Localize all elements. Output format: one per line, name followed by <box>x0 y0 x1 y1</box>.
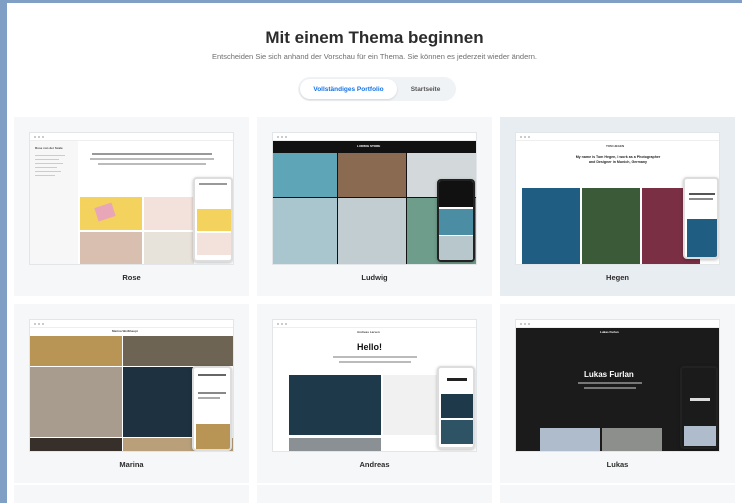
theme-card-rose[interactable]: Rose von der Scale Rose <box>14 117 249 296</box>
theme-card-partial[interactable] <box>257 485 492 503</box>
image-tile <box>289 438 381 451</box>
theme-preview-andreas: Andreas Larsen Hello! <box>273 320 476 451</box>
mobile-image <box>196 424 230 449</box>
image-tile <box>80 232 142 264</box>
image-tile <box>540 428 600 451</box>
theme-preview-hegen: TOM HEGEN My name is Tom Hegen, I work a… <box>516 133 719 264</box>
theme-label: Marina <box>119 460 144 469</box>
mobile-image <box>687 219 717 257</box>
mobile-header-line <box>198 374 226 376</box>
theme-card-marina[interactable]: Marina Weißhaupt Marina <box>14 304 249 483</box>
image-tile <box>273 198 337 264</box>
mobile-image <box>439 209 473 235</box>
hegen-site-name: TOM HEGEN <box>606 144 625 148</box>
image-tile <box>582 188 640 264</box>
nav-line <box>35 155 65 156</box>
theme-card-hegen[interactable]: TOM HEGEN My name is Tom Hegen, I work a… <box>500 117 735 296</box>
andreas-hello: Hello! <box>357 342 383 352</box>
image-tile <box>144 232 194 264</box>
tab-homepage[interactable]: Startseite <box>397 79 454 99</box>
image-tile <box>30 336 122 366</box>
mobile-header-line <box>689 198 713 200</box>
theme-picker-dialog: Mit einem Thema beginnen Entscheiden Sie… <box>7 3 742 503</box>
theme-card-partial[interactable] <box>500 485 735 503</box>
mobile-header-line <box>690 398 710 401</box>
theme-card-andreas[interactable]: Andreas Larsen Hello! Andreas <box>257 304 492 483</box>
image-tile <box>338 153 406 197</box>
lukas-hero-name: Lukas Furlan <box>584 370 634 379</box>
page-subtitle: Entscheiden Sie sich anhand der Vorschau… <box>211 52 538 61</box>
theme-preview-ludwig: LUDWIG STORE <box>273 133 476 264</box>
theme-card-ludwig[interactable]: LUDWIG STORE Ludwig <box>257 117 492 296</box>
nav-line <box>35 175 55 176</box>
browser-chrome <box>516 320 719 328</box>
theme-preview-rose: Rose von der Scale <box>30 133 233 264</box>
theme-card-lukas[interactable]: Lukas Furlan Lukas Furlan Lukas <box>500 304 735 483</box>
image-tile <box>123 367 203 437</box>
nav-line <box>35 159 59 160</box>
browser-chrome <box>273 133 476 141</box>
browser-chrome <box>30 320 233 328</box>
mobile-header <box>439 181 473 207</box>
hegen-intro: My name is Tom Hegen, I work as a Photog… <box>575 155 661 164</box>
theme-label: Andreas <box>359 460 390 469</box>
browser-chrome <box>30 133 233 141</box>
nav-line <box>35 171 61 172</box>
nav-line <box>35 167 57 168</box>
mobile-image <box>441 394 473 418</box>
lukas-site-name-small: Lukas Furlan <box>600 330 619 334</box>
rose-site-name: Rose von der Scale <box>35 146 63 150</box>
intro-line <box>578 382 642 384</box>
image-tile <box>383 375 439 435</box>
mobile-preview <box>192 366 232 451</box>
image-tile <box>30 367 122 437</box>
marina-site-name: Marina Weißhaupt <box>112 329 138 333</box>
mobile-image <box>197 233 231 255</box>
mobile-image <box>441 420 473 444</box>
intro-line <box>92 153 212 155</box>
image-tile <box>30 438 122 451</box>
mobile-image <box>197 209 231 231</box>
browser-chrome <box>273 320 476 328</box>
image-tile <box>273 153 337 197</box>
intro-line <box>339 361 411 363</box>
mobile-preview <box>193 177 233 262</box>
mobile-header-line <box>198 397 220 399</box>
mobile-header-line <box>198 392 226 394</box>
theme-card-partial[interactable] <box>14 485 249 503</box>
mobile-header-line <box>689 193 715 195</box>
theme-label: Hegen <box>606 273 629 282</box>
mobile-preview <box>683 177 719 259</box>
image-tile <box>123 336 233 366</box>
theme-label: Rose <box>122 273 141 282</box>
preview-mode-toggle: Vollständiges Portfolio Startseite <box>298 77 456 101</box>
intro-line <box>333 356 417 358</box>
mobile-preview <box>437 366 475 449</box>
theme-preview-marina: Marina Weißhaupt <box>30 320 233 451</box>
nav-line <box>35 163 63 164</box>
intro-line <box>584 387 636 389</box>
image-tile <box>338 198 406 264</box>
mobile-image <box>684 426 716 446</box>
theme-preview-lukas: Lukas Furlan Lukas Furlan <box>516 320 719 451</box>
intro-line <box>90 158 214 160</box>
mobile-header-line <box>447 378 467 381</box>
browser-chrome <box>516 133 719 141</box>
page-title: Mit einem Thema beginnen <box>265 28 484 47</box>
mobile-header-line <box>199 183 227 185</box>
image-tile <box>144 197 194 230</box>
image-tile <box>522 188 580 264</box>
intro-line <box>98 163 206 165</box>
andreas-site-name: Andreas Larsen <box>357 330 380 334</box>
ludwig-site-name: LUDWIG STORE <box>357 144 381 148</box>
mobile-image <box>439 236 473 260</box>
mobile-preview <box>437 179 475 262</box>
theme-label: Lukas <box>606 460 629 469</box>
theme-label: Ludwig <box>361 273 388 282</box>
tab-full-portfolio[interactable]: Vollständiges Portfolio <box>300 79 397 99</box>
image-tile <box>289 375 381 435</box>
image-tile <box>602 428 662 451</box>
mobile-preview <box>680 366 718 449</box>
